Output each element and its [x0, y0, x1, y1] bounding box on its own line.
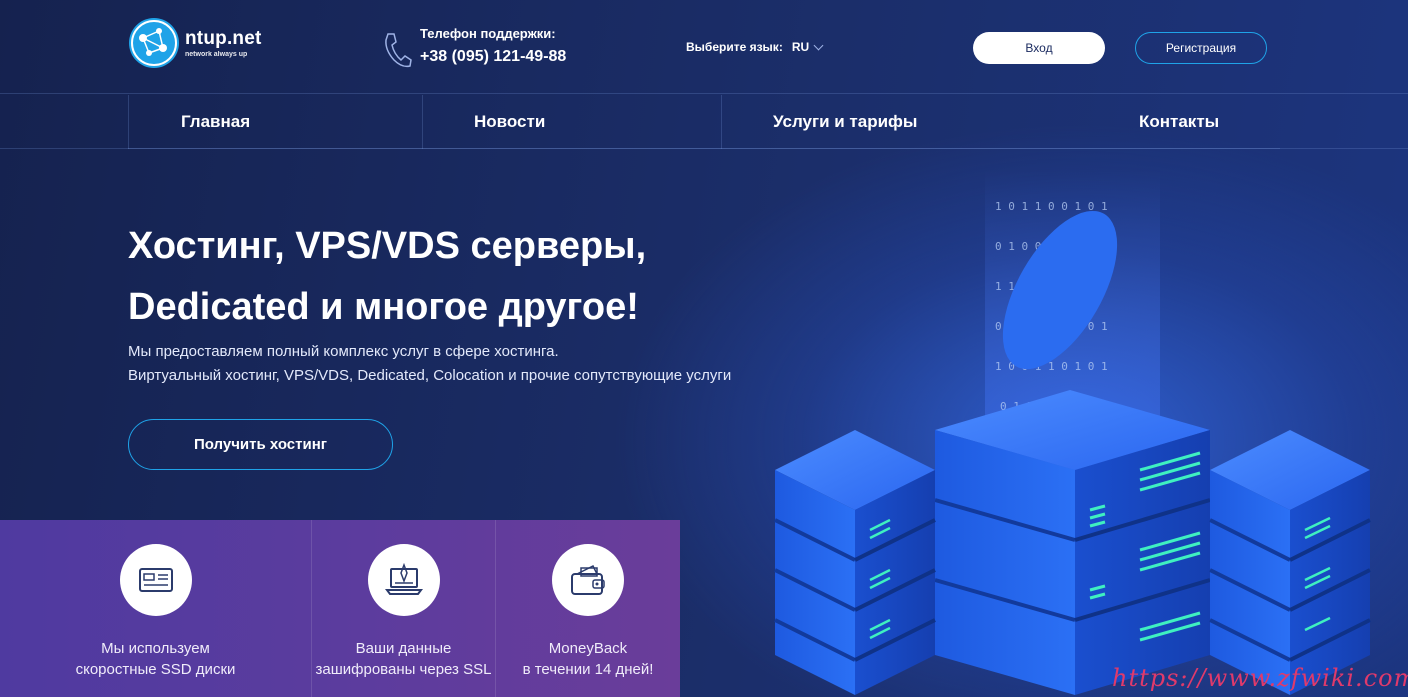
wallet-icon — [552, 544, 624, 616]
phone-icon — [385, 33, 412, 68]
nav-item-label: Услуги и тарифы — [773, 112, 918, 131]
logo[interactable]: ntup.net network always up — [129, 18, 262, 68]
hero-title-line2: Dedicated и многое другое! — [128, 285, 639, 328]
language-label: Выберите язык: — [686, 40, 783, 54]
nav-item-label: Главная — [181, 112, 251, 131]
language-selector[interactable]: Выберите язык: RU — [686, 40, 824, 54]
nav-item-news[interactable]: Новости — [422, 95, 721, 149]
feature-line1: Ваши данные — [355, 640, 452, 657]
nav-item-label: Новости — [474, 112, 546, 131]
ssl-laptop-icon — [367, 544, 440, 616]
hero-title-line1: Хостинг, VPS/VDS серверы, — [128, 225, 647, 267]
features-strip: Мы используем скоростные SSD диски Ваши … — [0, 520, 680, 697]
server-stack-left — [774, 430, 936, 695]
nav-item-services[interactable]: Услуги и тарифы — [721, 95, 1061, 149]
header: ntup.net network always up Телефон подде… — [0, 0, 1408, 94]
nav-item-home[interactable]: Главная — [128, 95, 422, 149]
server-stack-center — [934, 390, 1211, 695]
language-value[interactable]: RU — [792, 40, 809, 54]
logo-name: ntup.net — [185, 28, 262, 49]
feature-line1: Мы используем — [101, 640, 210, 657]
support-phone[interactable]: +38 (095) 121-49-88 — [420, 48, 566, 66]
feature-moneyback: MoneyBack в течении 14 дней! — [496, 520, 680, 697]
server-stack-right — [1209, 430, 1371, 695]
network-globe-icon — [129, 18, 179, 68]
hero-subtitle-line2: Виртуальный хостинг, VPS/VDS, Dedicated,… — [128, 367, 732, 384]
ssd-icon — [119, 544, 192, 616]
get-hosting-button[interactable]: Получить хостинг — [128, 419, 393, 470]
nav-item-label: Контакты — [1139, 112, 1220, 131]
main-nav: Главная Новости Услуги и тарифы Контакты — [128, 95, 1280, 149]
feature-line2: скоростные SSD диски — [75, 661, 236, 678]
watermark: https://www.zfwiki.com — [1112, 664, 1408, 692]
feature-line1: MoneyBack — [548, 640, 628, 657]
chevron-down-icon[interactable] — [813, 40, 824, 50]
servers-illustration: 1 0 1 1 0 0 1 0 1 0 1 0 0 1 1 0 1 0 1 1 … — [774, 170, 1371, 695]
support-label: Телефон поддержки: — [420, 26, 556, 41]
feature-line2: зашифрованы через SSL — [315, 661, 492, 678]
feature-ssl: Ваши данные зашифрованы через SSL — [312, 520, 496, 697]
feature-ssd: Мы используем скоростные SSD диски — [0, 520, 312, 697]
support-block: Телефон поддержки: +38 (095) 121-49-88 — [382, 26, 566, 70]
logo-tagline: network always up — [185, 51, 248, 58]
hero-subtitle-line1: Мы предоставляем полный комплекс услуг в… — [128, 343, 559, 360]
register-button[interactable]: Регистрация — [1135, 32, 1267, 64]
nav-item-contacts[interactable]: Контакты — [1061, 95, 1280, 149]
hero-subtitle: Мы предоставляем полный комплекс услуг в… — [128, 340, 731, 388]
login-button[interactable]: Вход — [973, 32, 1105, 64]
hero-title: Хостинг, VPS/VDS серверы, Dedicated и мн… — [128, 216, 646, 338]
feature-line2: в течении 14 дней! — [522, 661, 654, 678]
